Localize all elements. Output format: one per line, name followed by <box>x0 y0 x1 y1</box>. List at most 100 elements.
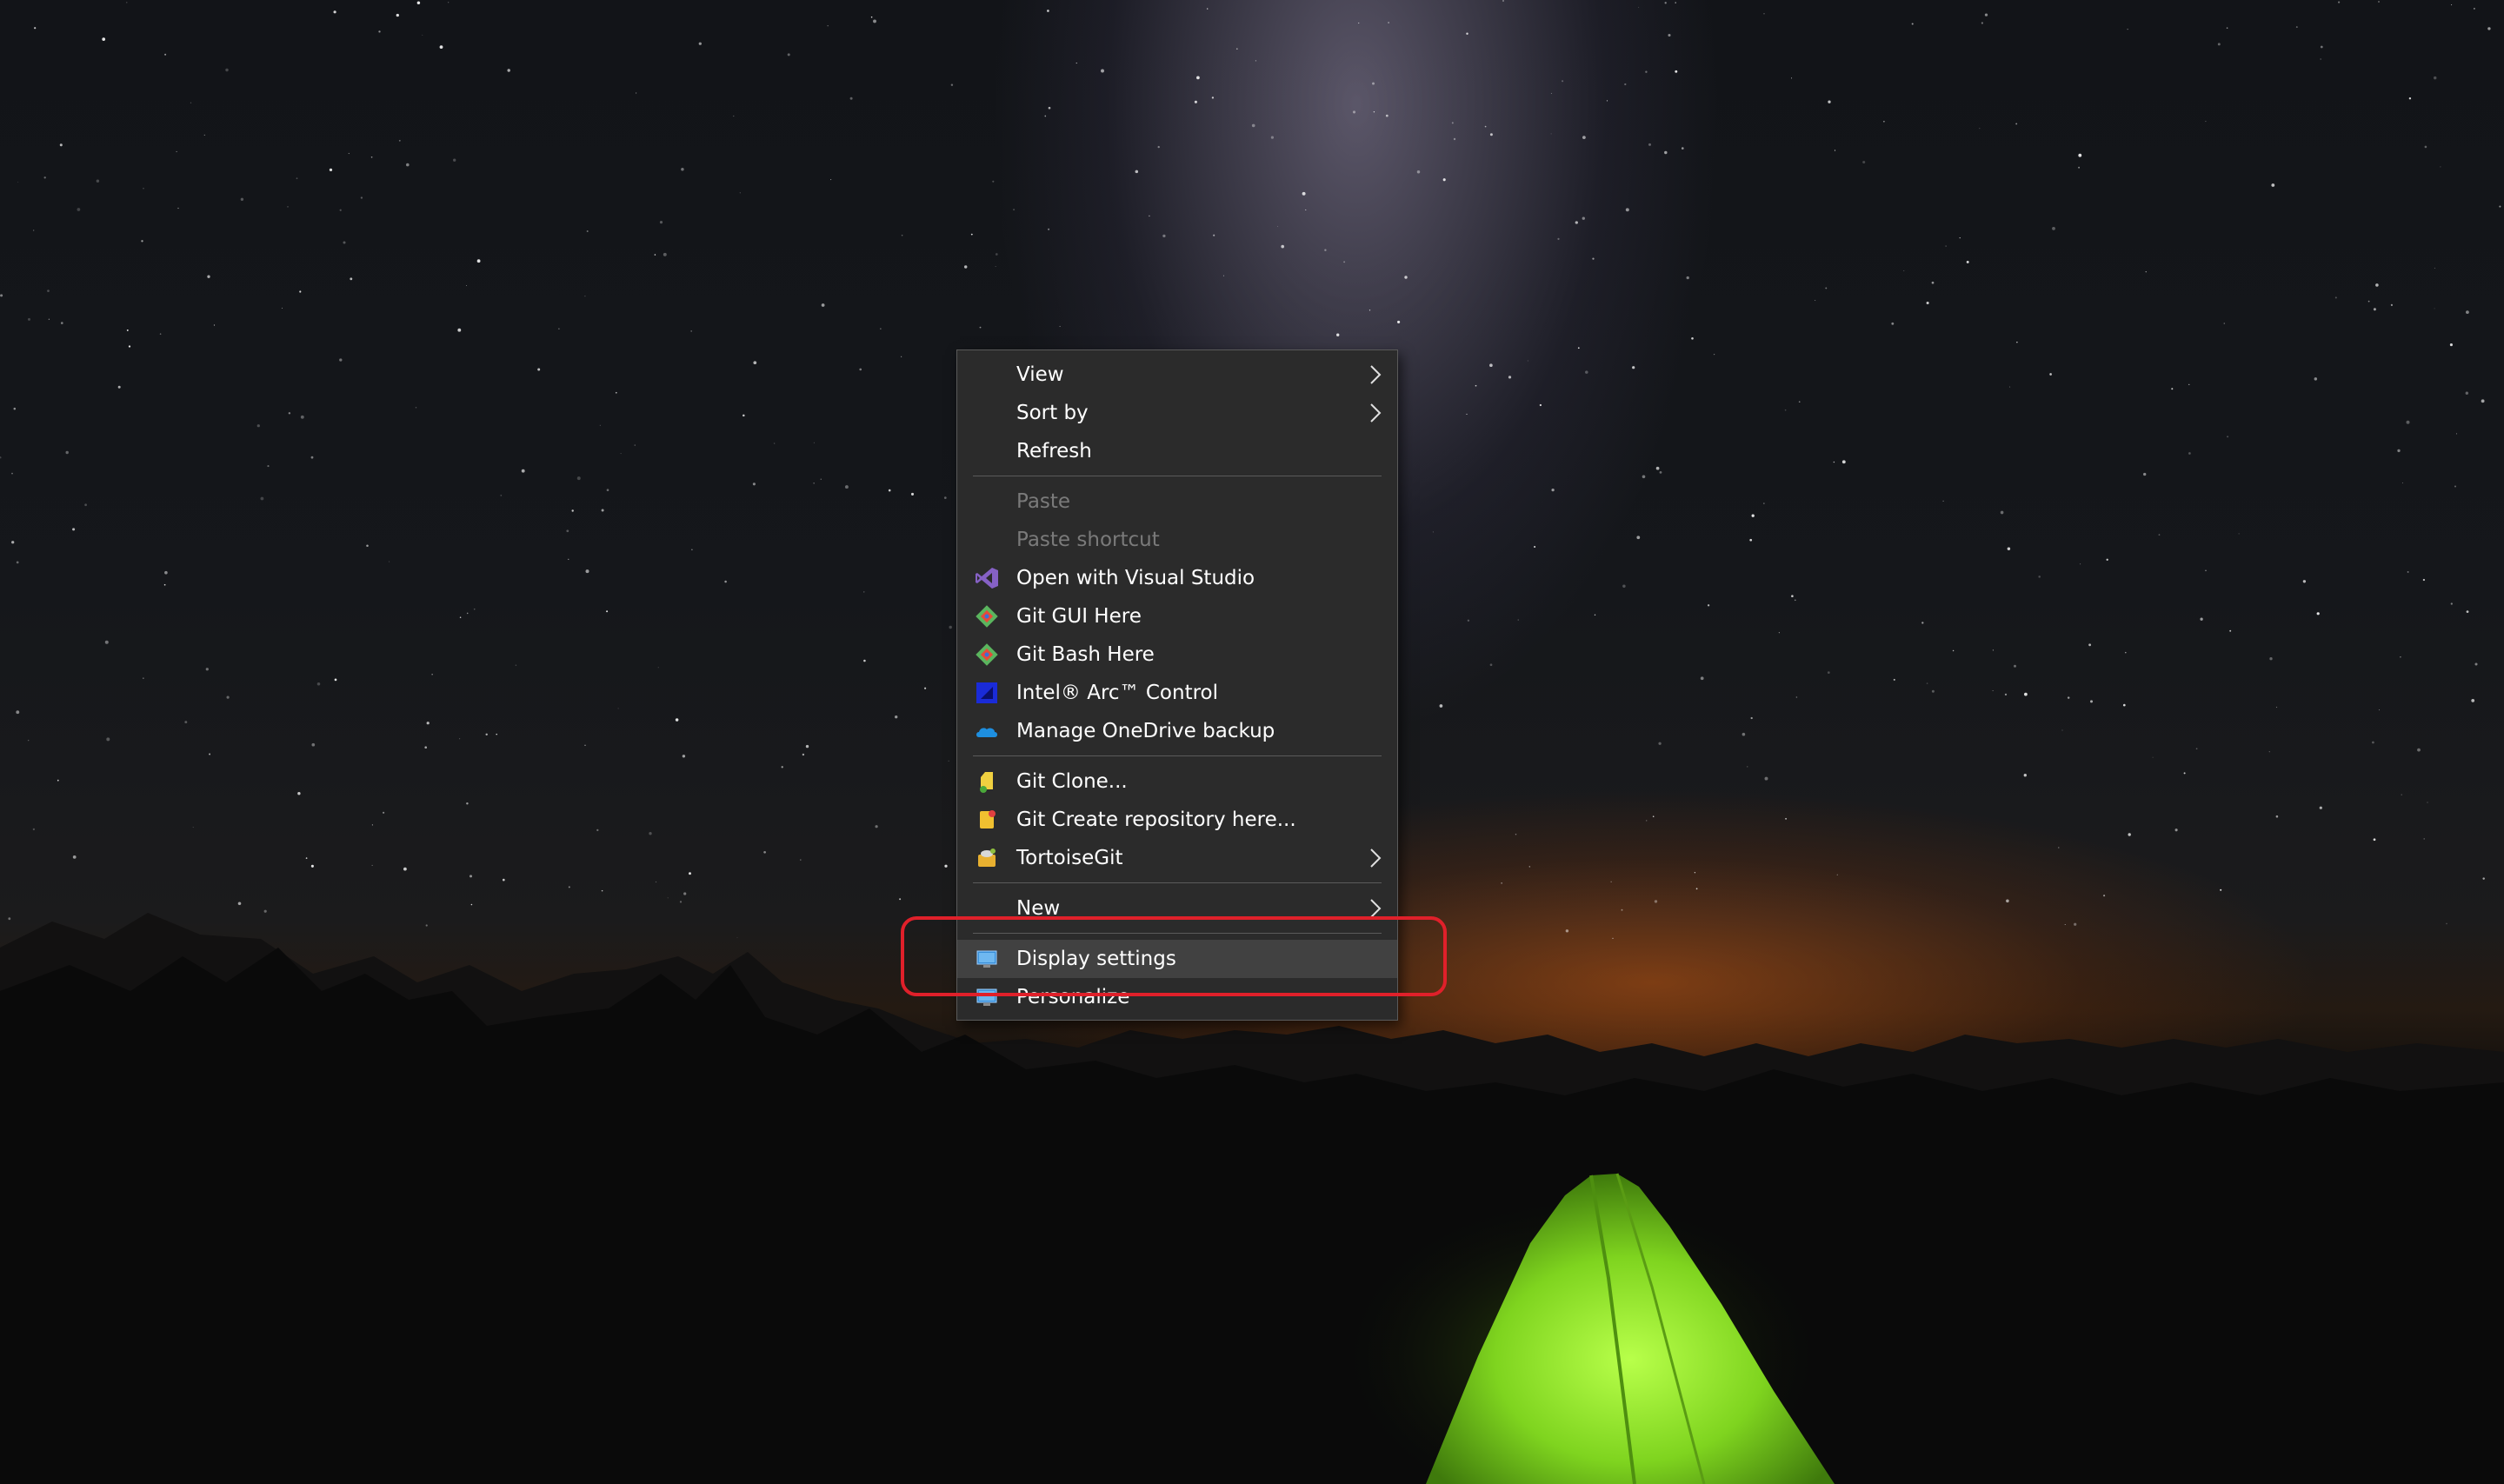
star <box>2375 283 2379 287</box>
star <box>1562 80 1564 83</box>
star <box>1211 96 1215 99</box>
star <box>1747 766 1748 768</box>
star <box>424 746 428 749</box>
star <box>1251 123 1255 128</box>
star <box>1926 682 1928 684</box>
star <box>299 290 302 293</box>
star <box>2016 342 2018 343</box>
star <box>2205 569 2207 571</box>
star <box>287 206 289 208</box>
star <box>1235 48 1238 50</box>
star <box>601 889 603 892</box>
star <box>16 710 20 715</box>
star <box>213 324 216 326</box>
star <box>371 864 373 866</box>
star <box>1101 69 1104 73</box>
star <box>470 903 473 906</box>
star <box>1048 106 1051 110</box>
star <box>2465 391 2468 395</box>
star <box>1959 237 1961 239</box>
star <box>1565 929 1569 933</box>
star <box>502 878 505 882</box>
star <box>763 850 766 854</box>
star <box>1893 678 1895 681</box>
star <box>924 687 927 689</box>
star <box>316 682 321 686</box>
menu-item-manage-onedrive-backup[interactable]: Manage OneDrive backup <box>957 712 1397 750</box>
star <box>2058 847 2060 848</box>
star <box>2450 602 2453 605</box>
star <box>11 541 15 544</box>
star <box>334 678 337 682</box>
star <box>128 345 131 348</box>
star <box>1713 353 1715 356</box>
star <box>2103 895 2106 897</box>
star <box>2145 271 2147 273</box>
star <box>606 610 609 613</box>
star <box>360 196 363 199</box>
star <box>1270 136 1274 139</box>
menu-item-label: Git GUI Here <box>1016 605 1142 628</box>
star <box>453 158 456 162</box>
star <box>1707 604 1710 607</box>
star <box>1827 671 1830 674</box>
menu-item-paste-shortcut[interactable]: Paste shortcut <box>957 521 1397 559</box>
menu-item-open-with-visual-studio[interactable]: Open with Visual Studio <box>957 559 1397 597</box>
star <box>1825 287 1828 289</box>
star <box>830 179 832 181</box>
menu-item-paste[interactable]: Paste <box>957 482 1397 521</box>
star <box>1979 127 1981 130</box>
star <box>240 197 244 201</box>
star <box>2049 373 2052 376</box>
star <box>1194 100 1197 103</box>
star <box>1751 514 1755 517</box>
star <box>2422 578 2426 582</box>
star <box>176 150 177 152</box>
star <box>1931 281 1935 284</box>
star <box>500 495 503 496</box>
star <box>2227 436 2229 438</box>
menu-item-git-bash-here[interactable]: Git Bash Here <box>957 636 1397 674</box>
star <box>1048 228 1050 230</box>
star <box>606 489 609 492</box>
menu-item-view[interactable]: View <box>957 356 1397 394</box>
star <box>2174 829 2178 832</box>
star <box>2338 1 2341 3</box>
star <box>366 544 369 548</box>
menu-item-label: Paste <box>1016 490 1071 513</box>
star <box>297 792 301 795</box>
star <box>571 509 574 512</box>
star <box>1828 100 1831 103</box>
star <box>888 489 891 492</box>
star <box>2275 706 2278 709</box>
menu-item-git-gui-here[interactable]: Git GUI Here <box>957 597 1397 636</box>
star <box>681 168 684 171</box>
menu-item-tortoisegit[interactable]: TortoiseGit <box>957 839 1397 877</box>
star <box>1484 125 1487 128</box>
star <box>2446 922 2447 925</box>
star <box>507 69 510 72</box>
menu-item-sort-by[interactable]: Sort by <box>957 394 1397 432</box>
menu-item-git-clone[interactable]: Git Clone... <box>957 762 1397 801</box>
star <box>649 832 652 835</box>
star <box>1508 376 1512 379</box>
menu-item-label: Git Clone... <box>1016 770 1128 793</box>
star <box>164 570 168 575</box>
menu-item-git-create-repository-here[interactable]: Git Create repository here... <box>957 801 1397 839</box>
star <box>1324 249 1327 251</box>
star <box>1624 83 1627 86</box>
star <box>1984 13 1988 17</box>
star <box>1645 70 1648 73</box>
menu-item-refresh[interactable]: Refresh <box>957 432 1397 470</box>
star <box>348 152 350 155</box>
star <box>813 482 815 484</box>
star <box>2038 576 2041 578</box>
star <box>949 625 952 629</box>
star <box>1442 178 1446 182</box>
star <box>2434 308 2435 309</box>
menu-item-intel-arc-control[interactable]: Intel® Arc™ Control <box>957 674 1397 712</box>
star <box>184 721 188 724</box>
star <box>2080 563 2081 565</box>
mountain-ridge-front <box>0 948 2504 1484</box>
star <box>724 580 727 583</box>
